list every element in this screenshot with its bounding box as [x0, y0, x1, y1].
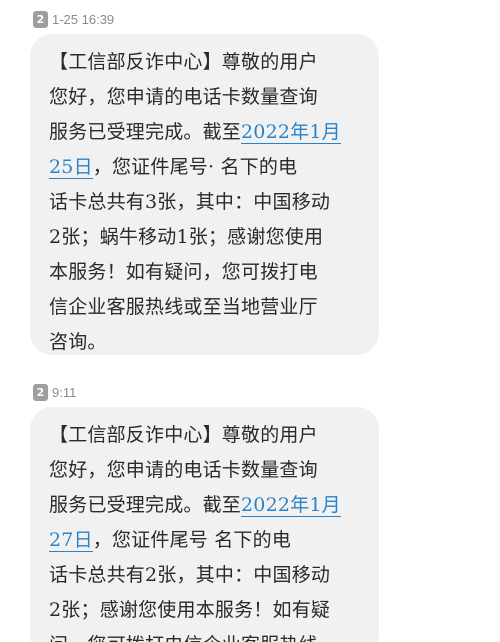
sim-2-icon: 2: [33, 10, 48, 28]
message-text-line: 咨询。: [49, 325, 369, 360]
message-text-line: 【工信部反诈中心】尊敬的用户: [49, 418, 369, 453]
date-link[interactable]: 27日: [49, 529, 93, 552]
message-text: 服务已受理完成。截至: [49, 121, 242, 143]
message-text-line: 话卡总共有3张，其中：中国移动: [49, 185, 369, 220]
message-text: 话卡总共有2张，其中：中国移动: [49, 564, 331, 586]
sim-2-icon: 2: [33, 383, 48, 401]
message-header: 2 1-25 16:39: [33, 9, 114, 29]
message-text-line: 问，您可拨打电信企业客服热线: [49, 628, 369, 642]
message-timestamp: 1-25 16:39: [52, 11, 115, 27]
message-text: 话卡总共有3张，其中：中国移动: [49, 191, 331, 213]
sms-message-bubble[interactable]: 【工信部反诈中心】尊敬的用户 您好，您申请的电话卡数量查询 服务已受理完成。截至20…: [30, 407, 379, 642]
sms-message-bubble[interactable]: 【工信部反诈中心】尊敬的用户 您好，您申请的电话卡数量查询 服务已受理完成。截至20…: [30, 34, 379, 355]
date-link[interactable]: 2022年1月: [241, 494, 341, 517]
message-text: 问，您可拨打电信企业客服热线: [49, 634, 318, 642]
message-text-line: 2张；蜗牛移动1张；感谢您使用: [49, 220, 369, 255]
message-text-line: 【工信部反诈中心】尊敬的用户: [49, 45, 369, 80]
message-text-line: 话卡总共有2张，其中：中国移动: [49, 558, 369, 593]
message-text: ，您证件尾号 名下的电: [92, 529, 292, 551]
message-text-line: 信企业客服热线或至当地营业厅: [49, 290, 369, 325]
message-text-line: 27日，您证件尾号 名下的电: [49, 523, 369, 558]
message-text: 服务已受理完成。截至: [49, 494, 242, 516]
message-text: 信企业客服热线或至当地营业厅: [49, 296, 318, 318]
message-text: 咨询。: [49, 331, 107, 353]
message-text-line: 本服务！如有疑问，您可拨打电: [49, 255, 369, 290]
message-text: 【工信部反诈中心】尊敬的用户: [49, 51, 318, 73]
message-text: 您好，您申请的电话卡数量查询: [49, 459, 318, 481]
message-text: 【工信部反诈中心】尊敬的用户: [49, 424, 318, 446]
message-header: 2 9:11: [33, 382, 76, 402]
date-link[interactable]: 2022年1月: [241, 121, 341, 144]
message-text-line: 服务已受理完成。截至2022年1月: [49, 115, 369, 150]
message-text: 2张；蜗牛移动1张；感谢您使用: [49, 226, 324, 248]
message-text-line: 服务已受理完成。截至2022年1月: [49, 488, 369, 523]
date-link[interactable]: 25日: [49, 156, 93, 179]
message-text-line: 您好，您申请的电话卡数量查询: [49, 80, 369, 115]
message-timestamp: 9:11: [52, 384, 77, 400]
message-text: 您好，您申请的电话卡数量查询: [49, 86, 318, 108]
message-text: ，您证件尾号· 名下的电: [92, 156, 298, 178]
message-text-line: 2张；感谢您使用本服务！如有疑: [49, 593, 369, 628]
message-text: 2张；感谢您使用本服务！如有疑: [49, 599, 331, 621]
message-text-line: 25日，您证件尾号· 名下的电: [49, 150, 369, 185]
message-text-line: 您好，您申请的电话卡数量查询: [49, 453, 369, 488]
message-text: 本服务！如有疑问，您可拨打电: [49, 261, 318, 283]
